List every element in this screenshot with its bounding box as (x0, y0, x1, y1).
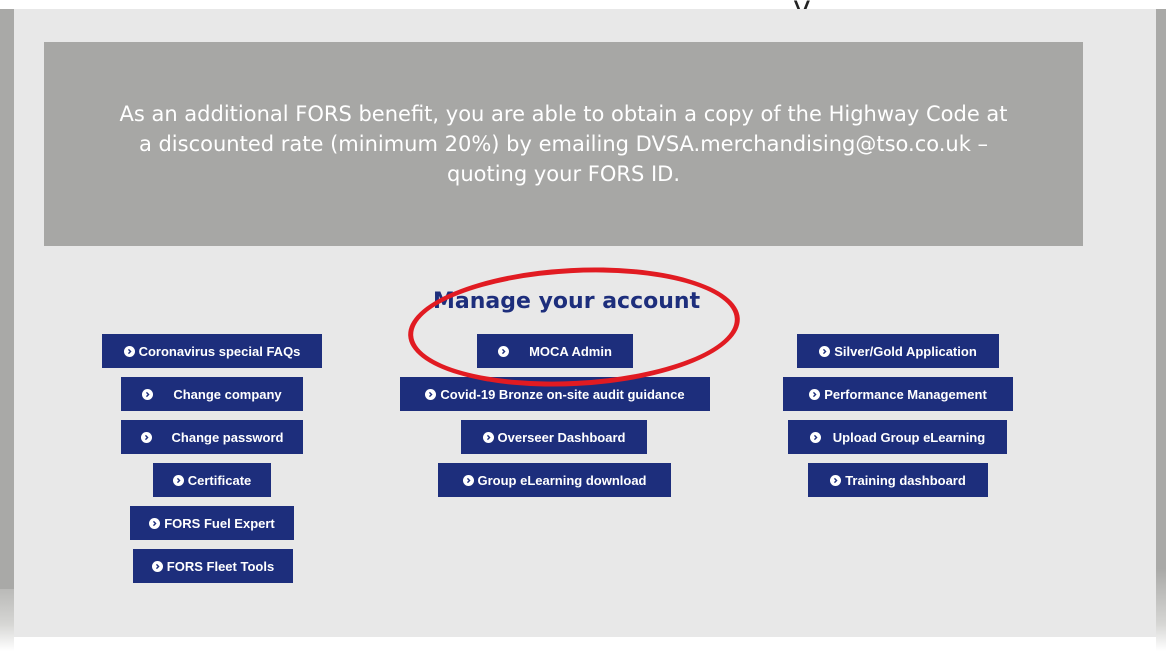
button-label: Overseer Dashboard (497, 429, 626, 445)
button-label: FORS Fleet Tools (166, 558, 275, 574)
button-label: Group eLearning download (477, 472, 647, 488)
chevron-circle-right-icon (123, 345, 135, 357)
covid-bronze-audit-guidance-button[interactable]: Covid-19 Bronze on-site audit guidance (400, 377, 710, 411)
button-label: Change company (173, 386, 282, 402)
banner-text: As an additional FORS benefit, you are a… (119, 102, 1008, 186)
chevron-circle-right-icon (809, 388, 821, 400)
chevron-circle-right-icon (482, 431, 494, 443)
button-label: MOCA Admin (529, 343, 612, 359)
button-label: Covid-19 Bronze on-site audit guidance (440, 386, 685, 402)
info-banner: As an additional FORS benefit, you are a… (44, 42, 1083, 246)
button-label: Upload Group eLearning (832, 429, 986, 445)
silver-gold-application-button[interactable]: Silver/Gold Application (797, 334, 999, 368)
button-label: FORS Fuel Expert (164, 515, 275, 531)
group-elearning-download-button[interactable]: Group eLearning download (438, 463, 671, 497)
certificate-button[interactable]: Certificate (153, 463, 271, 497)
chevron-circle-right-icon (151, 560, 163, 572)
chevron-circle-right-icon (498, 345, 510, 357)
training-dashboard-button[interactable]: Training dashboard (808, 463, 988, 497)
bottom-bar (14, 637, 1156, 651)
chevron-circle-right-icon (809, 431, 821, 443)
chevron-circle-right-icon (830, 474, 842, 486)
button-label: Change password (171, 429, 284, 445)
performance-management-button[interactable]: Performance Management (783, 377, 1013, 411)
button-label: Silver/Gold Application (834, 343, 977, 359)
button-label: Performance Management (824, 386, 987, 402)
fors-fleet-tools-button[interactable]: FORS Fleet Tools (133, 549, 293, 583)
change-company-button[interactable]: Change company (121, 377, 303, 411)
chevron-circle-right-icon (140, 431, 152, 443)
coronavirus-faqs-button[interactable]: Coronavirus special FAQs (102, 334, 322, 368)
button-label: Certificate (187, 472, 252, 488)
chevron-circle-right-icon (172, 474, 184, 486)
manage-account-heading: Manage your account (433, 289, 701, 314)
upload-group-elearning-button[interactable]: Upload Group eLearning (788, 420, 1007, 454)
chevron-circle-right-icon (149, 517, 161, 529)
chevron-circle-right-icon (425, 388, 437, 400)
change-password-button[interactable]: Change password (121, 420, 303, 454)
top-strip (0, 0, 1166, 9)
left-edge (0, 9, 14, 589)
button-label: Training dashboard (845, 472, 966, 488)
overseer-dashboard-button[interactable]: Overseer Dashboard (461, 420, 647, 454)
fors-fuel-expert-button[interactable]: FORS Fuel Expert (130, 506, 294, 540)
chevron-circle-right-icon (819, 345, 831, 357)
moca-admin-button[interactable]: MOCA Admin (477, 334, 633, 368)
chevron-circle-right-icon (142, 388, 154, 400)
button-label: Coronavirus special FAQs (138, 343, 301, 359)
chevron-circle-right-icon (462, 474, 474, 486)
